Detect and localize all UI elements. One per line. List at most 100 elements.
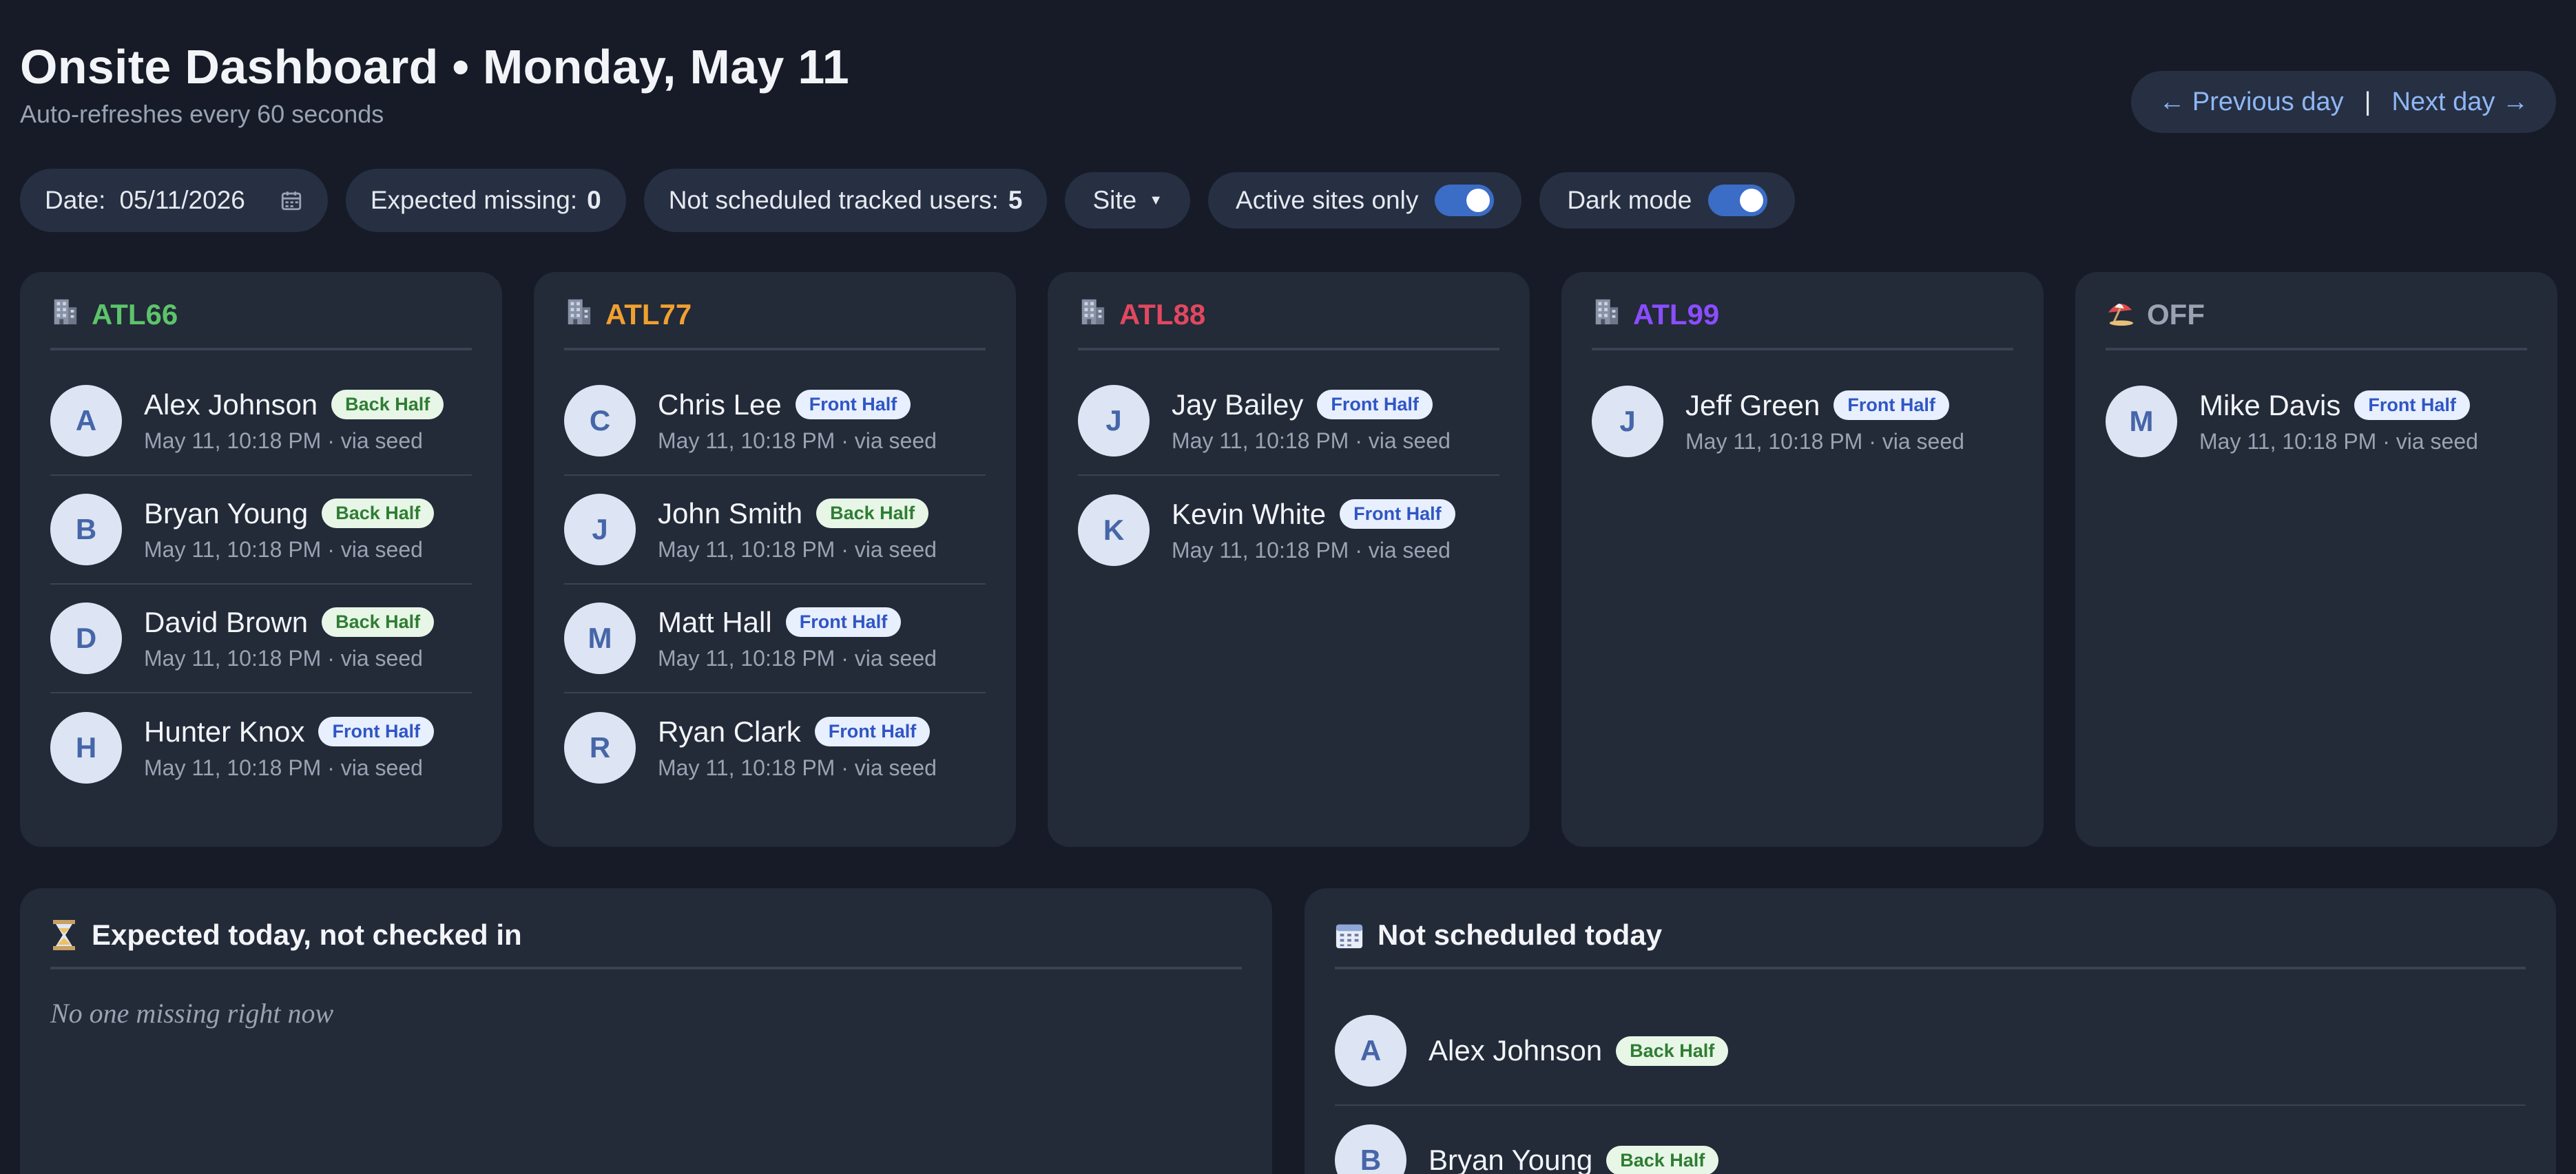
building-icon bbox=[1592, 297, 1621, 333]
active-sites-toggle[interactable] bbox=[1435, 185, 1495, 216]
checkin-meta: May 11, 10:18 PM · via seed bbox=[658, 428, 937, 453]
avatar: A bbox=[50, 385, 122, 457]
site-name: ATL88 bbox=[1119, 298, 1206, 331]
shift-badge: Front Half bbox=[814, 717, 931, 746]
not-scheduled-label: Not scheduled tracked users: bbox=[668, 186, 999, 214]
shift-badge: Back Half bbox=[331, 390, 444, 419]
person-row: M Mike Davis Front Half May 11, 10:18 PM · … bbox=[2106, 367, 2527, 476]
avatar: J bbox=[1592, 386, 1663, 457]
beach-umbrella-icon bbox=[2106, 297, 2134, 333]
site-card-header: ATL99 bbox=[1592, 297, 2013, 350]
shift-badge: Back Half bbox=[1616, 1036, 1729, 1066]
not-scheduled-panel-header: Not scheduled today bbox=[1335, 919, 2526, 969]
not-scheduled-chip: Not scheduled tracked users: 5 bbox=[643, 169, 1048, 232]
toolbar: Date: 05/11/2026 Expected missing: 0 Not… bbox=[20, 169, 1796, 232]
person-row: J Jay Bailey Front Half May 11, 10:18 PM · … bbox=[1078, 367, 1499, 476]
person-row: H Hunter Knox Front Half May 11, 10:18 PM ·… bbox=[50, 693, 472, 802]
avatar: J bbox=[1078, 385, 1150, 457]
shift-badge: Front Half bbox=[318, 717, 434, 746]
shift-badge: Front Half bbox=[795, 390, 911, 419]
person-name-row: Kevin White Front Half bbox=[1172, 498, 1455, 531]
calendar-icon bbox=[1336, 924, 1363, 949]
checkin-meta: May 11, 10:18 PM · via seed bbox=[2199, 428, 2478, 454]
person-name: Mike Davis bbox=[2199, 388, 2341, 421]
person-row: K Kevin White Front Half May 11, 10:18 PM ·… bbox=[1078, 476, 1499, 585]
checkin-meta: May 11, 10:18 PM · via seed bbox=[1172, 537, 1451, 563]
shift-badge: Back Half bbox=[1606, 1145, 1719, 1174]
person-name: Jay Bailey bbox=[1172, 388, 1304, 421]
checkin-meta: May 11, 10:18 PM · via seed bbox=[658, 536, 937, 562]
checkin-meta: May 11, 10:18 PM · via seed bbox=[658, 755, 937, 780]
site-name: OFF bbox=[2147, 298, 2205, 331]
next-day-link[interactable]: Next day → bbox=[2391, 87, 2528, 117]
shift-badge: Back Half bbox=[322, 499, 435, 528]
site-card-header: OFF bbox=[2106, 297, 2527, 350]
site-card-header: ATL88 bbox=[1078, 297, 1499, 350]
shift-badge: Front Half bbox=[2354, 390, 2470, 420]
site-cards: ATL66 A Alex Johnson Back Half May 11, 10:18… bbox=[20, 272, 2557, 847]
shift-badge: Front Half bbox=[1317, 390, 1433, 419]
site-card-off: OFF M Mike Davis Front Half May 11, 10:18 PM… bbox=[2075, 272, 2557, 847]
person-row: B Bryan Young Back Half bbox=[1335, 1106, 2526, 1174]
checkin-meta: May 11, 10:18 PM · via seed bbox=[144, 536, 423, 562]
not-scheduled-list: A Alex Johnson Back Half B Bryan Young Back H… bbox=[1335, 997, 2526, 1174]
site-people-list: A Alex Johnson Back Half May 11, 10:18 PM ·… bbox=[50, 367, 472, 802]
avatar: C bbox=[564, 385, 636, 457]
calendar-icon[interactable] bbox=[280, 189, 303, 212]
avatar: M bbox=[2106, 386, 2177, 457]
site-name: ATL77 bbox=[605, 298, 692, 331]
missing-panel-header: Expected today, not checked in bbox=[50, 919, 1242, 969]
checkin-meta: May 11, 10:18 PM · via seed bbox=[1172, 428, 1451, 453]
page-subtitle: Auto-refreshes every 60 seconds bbox=[20, 100, 384, 128]
person-info: Matt Hall Front Half May 11, 10:18 PM · vi… bbox=[658, 606, 937, 671]
person-info: Alex Johnson Back Half May 11, 10:18 PM · … bbox=[144, 388, 444, 454]
date-picker[interactable]: Date: 05/11/2026 bbox=[20, 169, 328, 232]
dark-mode-toggle-chip: Dark mode bbox=[1539, 172, 1796, 229]
avatar: A bbox=[1335, 1015, 1406, 1087]
person-name-row: Ryan Clark Front Half bbox=[658, 715, 937, 748]
person-row: M Matt Hall Front Half May 11, 10:18 PM · v… bbox=[564, 585, 986, 693]
person-info: David Brown Back Half May 11, 10:18 PM · v… bbox=[144, 605, 435, 671]
person-name-row: Matt Hall Front Half bbox=[658, 606, 937, 639]
person-name-row: Chris Lee Front Half bbox=[658, 388, 937, 421]
site-name: ATL66 bbox=[92, 298, 178, 331]
day-navigation: ← Previous day | Next day → bbox=[2131, 71, 2556, 133]
site-select[interactable]: Site ▼ bbox=[1065, 172, 1191, 229]
checkin-meta: May 11, 10:18 PM · via seed bbox=[658, 645, 937, 671]
person-info: Bryan Young Back Half May 11, 10:18 PM · v… bbox=[144, 497, 435, 563]
site-card-atl66: ATL66 A Alex Johnson Back Half May 11, 10:18… bbox=[20, 272, 502, 847]
dark-mode-toggle[interactable] bbox=[1708, 185, 1768, 216]
active-sites-label: Active sites only bbox=[1236, 186, 1419, 214]
person-name-row: Mike Davis Front Half bbox=[2199, 389, 2478, 422]
hourglass-icon bbox=[53, 920, 75, 950]
person-info: John Smith Back Half May 11, 10:18 PM · vi… bbox=[658, 497, 937, 563]
checkin-meta: May 11, 10:18 PM · via seed bbox=[144, 428, 423, 453]
person-name-row: Alex Johnson Back Half bbox=[144, 388, 444, 421]
missing-panel: Expected today, not checked in No one mi… bbox=[20, 888, 1272, 1174]
shift-badge: Front Half bbox=[1834, 390, 1949, 420]
person-name-row: Jeff Green Front Half bbox=[1685, 389, 1964, 422]
date-input[interactable]: 05/11/2026 bbox=[119, 186, 245, 215]
person-info: Jay Bailey Front Half May 11, 10:18 PM · v… bbox=[1172, 388, 1451, 454]
person-name: Bryan Young bbox=[1429, 1144, 1593, 1174]
person-name: Chris Lee bbox=[658, 388, 782, 421]
expected-missing-count: 0 bbox=[587, 186, 601, 214]
person-info: Mike Davis Front Half May 11, 10:18 PM · v… bbox=[2199, 389, 2478, 454]
caret-down-icon: ▼ bbox=[1149, 192, 1163, 208]
person-name: Alex Johnson bbox=[144, 388, 318, 421]
person-name: David Brown bbox=[144, 605, 309, 638]
person-row: J John Smith Back Half May 11, 10:18 PM · v… bbox=[564, 476, 986, 585]
building-icon bbox=[50, 297, 79, 333]
page-title: Onsite Dashboard • Monday, May 11 bbox=[20, 40, 849, 94]
previous-day-link[interactable]: ← Previous day bbox=[2159, 87, 2343, 117]
avatar: M bbox=[564, 602, 636, 674]
missing-empty-state: No one missing right now bbox=[50, 998, 334, 1029]
missing-panel-title: Expected today, not checked in bbox=[92, 919, 522, 951]
dashboard-page: Onsite Dashboard • Monday, May 11 Auto-r… bbox=[0, 0, 2576, 1174]
dark-mode-label: Dark mode bbox=[1567, 186, 1692, 214]
avatar: D bbox=[50, 602, 122, 674]
active-sites-toggle-chip: Active sites only bbox=[1208, 172, 1522, 229]
checkin-meta: May 11, 10:18 PM · via seed bbox=[144, 755, 423, 780]
person-name-row: Bryan Young Back Half bbox=[1429, 1144, 1719, 1174]
shift-badge: Front Half bbox=[1340, 499, 1455, 529]
